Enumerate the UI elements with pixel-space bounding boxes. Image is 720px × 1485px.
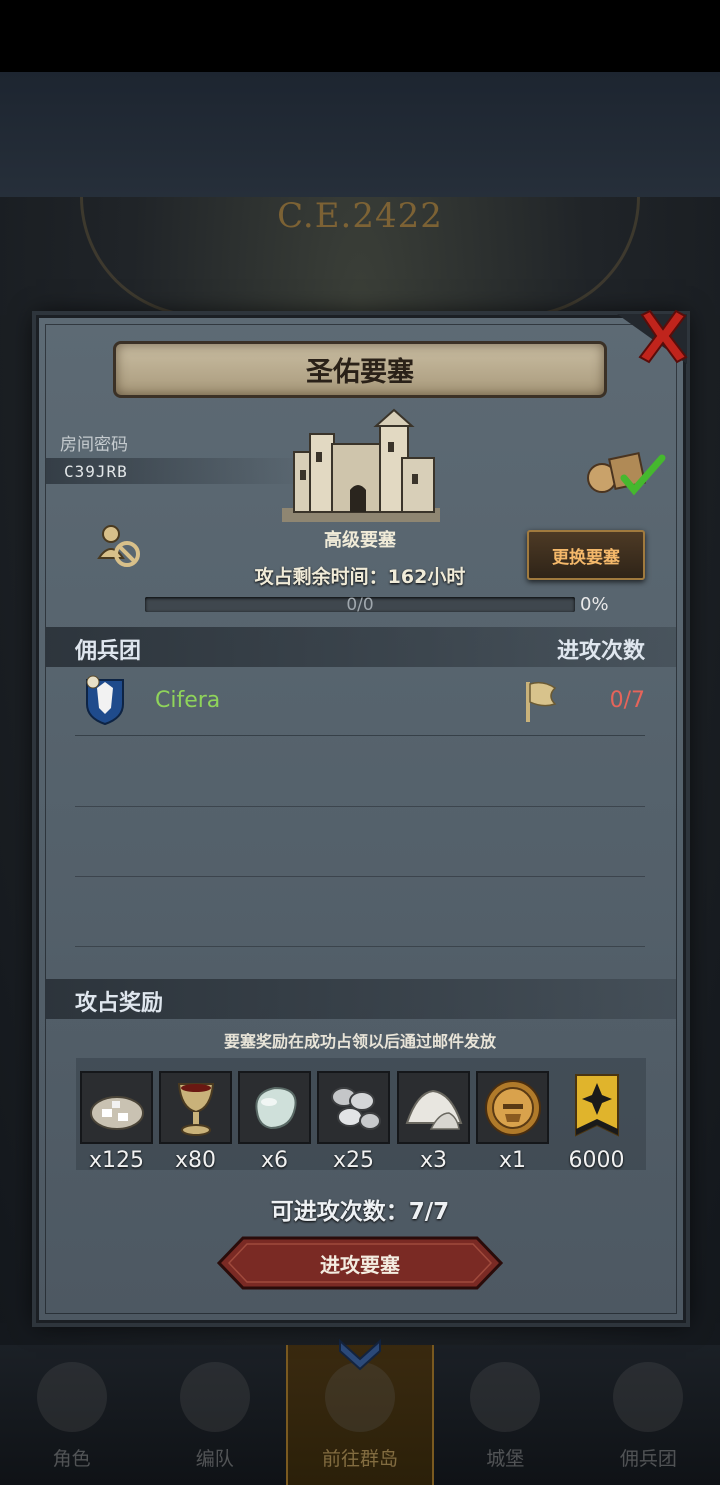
calendar-year: C.E.2422 bbox=[277, 196, 443, 236]
mercenary-header: 佣兵团 bbox=[75, 639, 142, 664]
nav-label: 前往群岛 bbox=[322, 1448, 399, 1470]
reward-qty: x80 bbox=[174, 1148, 216, 1173]
reward-item[interactable]: x6 bbox=[238, 1071, 311, 1173]
reward-slot bbox=[397, 1071, 470, 1144]
nav-item-character[interactable]: 角色 bbox=[0, 1345, 143, 1485]
nav-label: 编队 bbox=[195, 1448, 234, 1470]
room-code: C39JRB bbox=[64, 462, 128, 481]
rewards-note: 要塞奖励在成功占领以后通过邮件发放 bbox=[223, 1032, 496, 1051]
attack-fortress-button[interactable]: 进攻要塞 bbox=[217, 1236, 503, 1290]
reward-qty: x25 bbox=[332, 1148, 374, 1173]
nav-item-islands[interactable]: 前往群岛 bbox=[286, 1338, 434, 1485]
reward-item[interactable]: x1 bbox=[476, 1071, 549, 1173]
reward-item[interactable]: x80 bbox=[159, 1071, 232, 1173]
member-attack-count: 0/7 bbox=[609, 688, 645, 713]
castle-icon bbox=[470, 1362, 541, 1432]
supplies-check-icon[interactable] bbox=[584, 448, 666, 498]
gem-stone-icon bbox=[254, 1086, 297, 1129]
change-fortress-button[interactable]: 更换要塞 bbox=[527, 530, 645, 580]
reward-item[interactable]: x3 bbox=[397, 1071, 470, 1173]
member-row-divider bbox=[75, 806, 645, 807]
attack-fortress-label: 进攻要塞 bbox=[320, 1252, 400, 1277]
helmet-icon bbox=[179, 1362, 250, 1432]
reward-item[interactable]: x125 bbox=[80, 1071, 153, 1173]
progress-label: 0/0 bbox=[346, 595, 374, 615]
flag-icon bbox=[526, 681, 557, 722]
progress-percent: 0% bbox=[580, 594, 609, 615]
nav-item-castle[interactable]: 城堡 bbox=[434, 1345, 577, 1485]
dialog-title: 圣佑要塞 bbox=[306, 357, 414, 388]
guild-emblem-icon bbox=[86, 675, 124, 726]
silver-ore-icon bbox=[89, 1095, 144, 1130]
reward-item[interactable]: 6000 bbox=[560, 1071, 633, 1173]
bottom-nav: 角色 编队 前往群岛 城堡 佣兵团 bbox=[0, 1338, 720, 1485]
room-password-label: 房间密码 bbox=[60, 435, 128, 455]
reward-slot bbox=[317, 1071, 390, 1144]
silver-ingots-icon bbox=[330, 1086, 381, 1130]
knight-icon bbox=[36, 1362, 107, 1432]
castle-icon bbox=[282, 408, 440, 522]
knight-helmet-icon bbox=[484, 1079, 541, 1136]
guild-banner-icon bbox=[574, 1073, 619, 1137]
reward-qty: x3 bbox=[419, 1148, 448, 1173]
reward-qty: x6 bbox=[260, 1148, 289, 1173]
background-strip bbox=[0, 72, 720, 197]
attack-count-header: 进攻次数 bbox=[556, 639, 645, 664]
reward-slot bbox=[476, 1071, 549, 1144]
reward-slot bbox=[159, 1071, 232, 1144]
reward-qty: 6000 bbox=[568, 1148, 625, 1173]
close-icon[interactable] bbox=[636, 307, 690, 365]
reward-item[interactable]: x25 bbox=[317, 1071, 390, 1173]
nav-label: 角色 bbox=[52, 1448, 91, 1470]
member-row-divider bbox=[75, 946, 645, 947]
goblet-icon bbox=[177, 1082, 214, 1136]
nav-label: 佣兵团 bbox=[619, 1448, 677, 1470]
nav-label: 城堡 bbox=[486, 1448, 525, 1470]
powder-pile-icon bbox=[405, 1089, 462, 1130]
change-fortress-label: 更换要塞 bbox=[552, 547, 620, 568]
title-banner: 圣佑要塞 bbox=[113, 341, 607, 398]
private-room-icon[interactable] bbox=[95, 522, 143, 570]
nav-item-formation[interactable]: 编队 bbox=[143, 1345, 286, 1485]
remaining-attempts: 可进攻次数：7/7 bbox=[270, 1199, 450, 1225]
reward-slot bbox=[80, 1071, 153, 1144]
chevron-down-icon bbox=[339, 1338, 381, 1371]
member-name: Cifera bbox=[155, 688, 221, 713]
member-row-divider bbox=[75, 876, 645, 877]
reward-qty: x125 bbox=[88, 1148, 144, 1173]
nav-item-mercenary[interactable]: 佣兵团 bbox=[577, 1345, 720, 1485]
rewards-header: 攻占奖励 bbox=[75, 991, 164, 1016]
status-bar bbox=[0, 0, 720, 72]
reward-slot bbox=[560, 1071, 633, 1144]
ship-icon bbox=[613, 1362, 684, 1432]
reward-slot bbox=[238, 1071, 311, 1144]
member-row[interactable]: Cifera 0/7 bbox=[75, 668, 645, 736]
reward-qty: x1 bbox=[498, 1148, 527, 1173]
